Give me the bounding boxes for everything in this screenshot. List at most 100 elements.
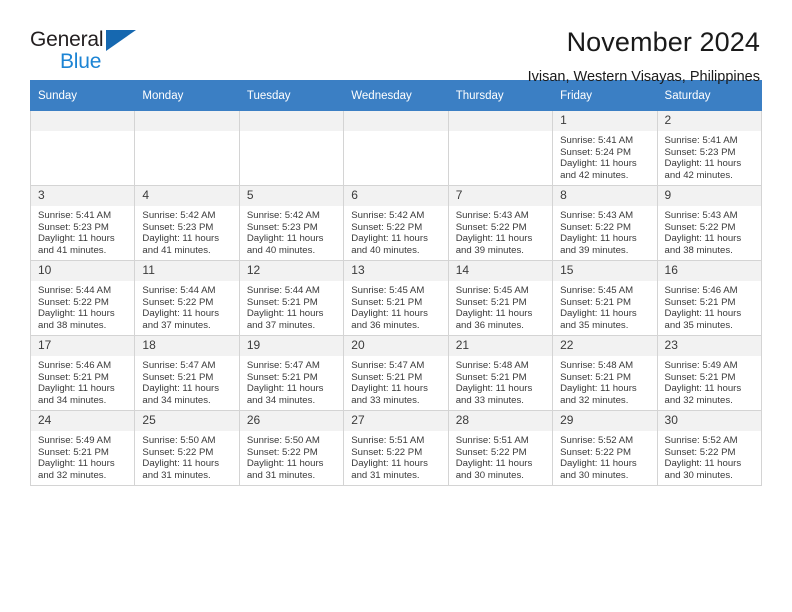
calendar-day-cell[interactable]: 1 Sunrise: 5:41 AM Sunset: 5:24 PM Daylight… — [552, 110, 658, 186]
sunset-text: Sunset: 5:21 PM — [455, 371, 527, 383]
daylight-text-line2: and 32 minutes. — [664, 395, 733, 407]
calendar-day-cell[interactable]: 3 Sunrise: 5:41 AM Sunset: 5:23 PM Daylight… — [29, 185, 136, 261]
day-number: 11 — [135, 261, 239, 281]
calendar-day-cell[interactable]: 9 Sunrise: 5:43 AM Sunset: 5:22 PM Daylight… — [656, 185, 763, 261]
sunset-text: Sunset: 5:21 PM — [560, 371, 632, 383]
calendar-day-cell[interactable]: 30 Sunrise: 5:52 AM Sunset: 5:22 PM Dayligh… — [656, 410, 763, 486]
sunrise-text: Sunrise: 5:51 AM — [455, 435, 529, 446]
day-sun-info: Sunrise: 5:52 AM Sunset: 5:22 PM Daylight:… — [553, 431, 656, 482]
calendar-day-cell[interactable]: 13 Sunrise: 5:45 AM Sunset: 5:21 PM Dayligh… — [343, 260, 449, 336]
day-number: 14 — [448, 261, 553, 281]
day-cell-inner: 17 Sunrise: 5:46 AM Sunset: 5:21 PM Dayligh… — [31, 336, 135, 410]
day-sun-info: Sunrise: 5:44 AM Sunset: 5:21 PM Daylight:… — [240, 281, 343, 332]
day-number — [239, 111, 344, 131]
daylight-text-line2: and 36 minutes. — [455, 320, 524, 332]
daylight-text-line2: and 41 minutes. — [142, 245, 211, 257]
weekday-header-wednesday: Wednesday — [343, 80, 449, 111]
sunrise-text: Sunrise: 5:41 AM — [560, 135, 634, 146]
calendar-day-cell[interactable]: 12 Sunrise: 5:44 AM Sunset: 5:21 PM Dayligh… — [238, 260, 345, 336]
sunset-text: Sunset: 5:21 PM — [455, 296, 527, 308]
day-number: 22 — [553, 336, 657, 356]
calendar-day-cell[interactable]: 28 Sunrise: 5:51 AM Sunset: 5:22 PM Dayligh… — [447, 410, 554, 486]
daylight-text-line1: Daylight: 11 hours — [560, 383, 637, 395]
calendar-day-cell[interactable]: 20 Sunrise: 5:47 AM Sunset: 5:21 PM Dayligh… — [343, 335, 449, 411]
calendar-day-cell[interactable]: 14 Sunrise: 5:45 AM Sunset: 5:21 PM Dayligh… — [447, 260, 554, 336]
calendar-week-row: 24 Sunrise: 5:49 AM Sunset: 5:21 PM Dayligh… — [29, 410, 763, 486]
calendar-day-cell[interactable]: 29 Sunrise: 5:52 AM Sunset: 5:22 PM Dayligh… — [552, 410, 658, 486]
sunrise-text: Sunrise: 5:44 AM — [246, 285, 320, 296]
calendar-day-cell[interactable]: 27 Sunrise: 5:51 AM Sunset: 5:22 PM Dayligh… — [343, 410, 449, 486]
calendar-day-cell[interactable]: 4 Sunrise: 5:42 AM Sunset: 5:23 PM Daylight… — [134, 185, 240, 261]
sunset-text: Sunset: 5:23 PM — [664, 146, 736, 158]
day-cell-inner: 8 Sunrise: 5:43 AM Sunset: 5:22 PM Daylight… — [553, 186, 657, 260]
calendar-day-cell[interactable]: 16 Sunrise: 5:46 AM Sunset: 5:21 PM Dayligh… — [656, 260, 763, 336]
sunset-text: Sunset: 5:21 PM — [351, 371, 423, 383]
day-number — [31, 111, 135, 131]
calendar-day-cell[interactable]: 11 Sunrise: 5:44 AM Sunset: 5:22 PM Dayligh… — [134, 260, 240, 336]
day-cell-inner: 6 Sunrise: 5:42 AM Sunset: 5:22 PM Daylight… — [344, 186, 448, 260]
sunrise-text: Sunrise: 5:49 AM — [664, 360, 738, 371]
calendar-day-cell[interactable]: 17 Sunrise: 5:46 AM Sunset: 5:21 PM Dayligh… — [29, 335, 136, 411]
sunset-text: Sunset: 5:22 PM — [142, 296, 214, 308]
sunset-text: Sunset: 5:21 PM — [142, 371, 214, 383]
day-cell-inner: 25 Sunrise: 5:50 AM Sunset: 5:22 PM Dayligh… — [135, 411, 239, 485]
daylight-text-line1: Daylight: 11 hours — [664, 383, 742, 395]
daylight-text-line2: and 31 minutes. — [246, 470, 316, 482]
day-number: 19 — [239, 336, 344, 356]
daylight-text-line2: and 38 minutes. — [664, 245, 733, 257]
sunrise-text: Sunrise: 5:43 AM — [560, 210, 634, 221]
weekday-header-sunday: Sunday — [29, 80, 136, 111]
daylight-text-line2: and 34 minutes. — [142, 395, 211, 407]
sunrise-text: Sunrise: 5:50 AM — [142, 435, 216, 446]
daylight-text-line1: Daylight: 11 hours — [560, 233, 637, 245]
day-cell-inner: 12 Sunrise: 5:44 AM Sunset: 5:21 PM Dayligh… — [239, 261, 344, 335]
day-cell-inner — [135, 111, 239, 185]
daylight-text-line1: Daylight: 11 hours — [142, 458, 220, 470]
daylight-text-line2: and 42 minutes. — [664, 170, 733, 182]
day-number: 17 — [31, 336, 135, 356]
sunset-text: Sunset: 5:21 PM — [664, 371, 736, 383]
calendar-day-cell[interactable]: 23 Sunrise: 5:49 AM Sunset: 5:21 PM Dayligh… — [656, 335, 763, 411]
day-cell-inner: 3 Sunrise: 5:41 AM Sunset: 5:23 PM Daylight… — [31, 186, 135, 260]
calendar-day-cell-empty — [134, 110, 240, 186]
day-cell-inner: 2 Sunrise: 5:41 AM Sunset: 5:23 PM Daylight… — [657, 111, 761, 185]
day-sun-info: Sunrise: 5:49 AM Sunset: 5:21 PM Daylight:… — [658, 356, 761, 407]
daylight-text-line2: and 36 minutes. — [351, 320, 420, 332]
sunset-text: Sunset: 5:22 PM — [560, 446, 632, 458]
calendar-day-cell[interactable]: 2 Sunrise: 5:41 AM Sunset: 5:23 PM Daylight… — [656, 110, 763, 186]
sunset-text: Sunset: 5:21 PM — [246, 296, 318, 308]
calendar-day-cell[interactable]: 22 Sunrise: 5:48 AM Sunset: 5:21 PM Dayligh… — [552, 335, 658, 411]
calendar-day-cell[interactable]: 5 Sunrise: 5:42 AM Sunset: 5:23 PM Daylight… — [238, 185, 345, 261]
calendar-day-cell-empty — [238, 110, 345, 186]
daylight-text-line2: and 37 minutes. — [142, 320, 211, 332]
sunset-text: Sunset: 5:22 PM — [664, 446, 736, 458]
calendar-day-cell[interactable]: 24 Sunrise: 5:49 AM Sunset: 5:21 PM Dayligh… — [29, 410, 136, 486]
calendar-day-cell[interactable]: 18 Sunrise: 5:47 AM Sunset: 5:21 PM Dayligh… — [134, 335, 240, 411]
day-cell-inner: 22 Sunrise: 5:48 AM Sunset: 5:21 PM Dayligh… — [553, 336, 657, 410]
calendar-day-cell[interactable]: 7 Sunrise: 5:43 AM Sunset: 5:22 PM Daylight… — [447, 185, 554, 261]
calendar-day-cell[interactable]: 19 Sunrise: 5:47 AM Sunset: 5:21 PM Dayligh… — [238, 335, 345, 411]
daylight-text-line1: Daylight: 11 hours — [351, 308, 428, 320]
day-cell-inner: 28 Sunrise: 5:51 AM Sunset: 5:22 PM Dayligh… — [448, 411, 553, 485]
calendar-day-cell[interactable]: 10 Sunrise: 5:44 AM Sunset: 5:22 PM Dayligh… — [29, 260, 136, 336]
logo-text-blue: Blue — [60, 50, 102, 73]
calendar-day-cell[interactable]: 21 Sunrise: 5:48 AM Sunset: 5:21 PM Dayligh… — [447, 335, 554, 411]
day-sun-info: Sunrise: 5:43 AM Sunset: 5:22 PM Daylight:… — [449, 206, 552, 257]
sunrise-text: Sunrise: 5:47 AM — [351, 360, 425, 371]
calendar-day-cell[interactable]: 26 Sunrise: 5:50 AM Sunset: 5:22 PM Dayligh… — [238, 410, 345, 486]
daylight-text-line1: Daylight: 11 hours — [38, 458, 115, 470]
sunrise-text: Sunrise: 5:44 AM — [142, 285, 216, 296]
calendar-day-cell[interactable]: 8 Sunrise: 5:43 AM Sunset: 5:22 PM Daylight… — [552, 185, 658, 261]
logo-general-blue[interactable]: General Blue — [30, 26, 150, 78]
day-number: 25 — [135, 411, 239, 431]
sunset-text: Sunset: 5:24 PM — [560, 146, 632, 158]
calendar-day-cell[interactable]: 6 Sunrise: 5:42 AM Sunset: 5:22 PM Daylight… — [343, 185, 449, 261]
calendar-day-cell[interactable]: 25 Sunrise: 5:50 AM Sunset: 5:22 PM Dayligh… — [134, 410, 240, 486]
daylight-text-line2: and 31 minutes. — [142, 470, 211, 482]
daylight-text-line1: Daylight: 11 hours — [560, 308, 637, 320]
sunset-text: Sunset: 5:22 PM — [246, 446, 318, 458]
calendar-day-cell[interactable]: 15 Sunrise: 5:45 AM Sunset: 5:21 PM Dayligh… — [552, 260, 658, 336]
page-header: General Blue November 2024 Ivisan, Weste… — [30, 0, 762, 85]
calendar-day-cell-empty — [29, 110, 136, 186]
daylight-text-line2: and 37 minutes. — [246, 320, 316, 332]
